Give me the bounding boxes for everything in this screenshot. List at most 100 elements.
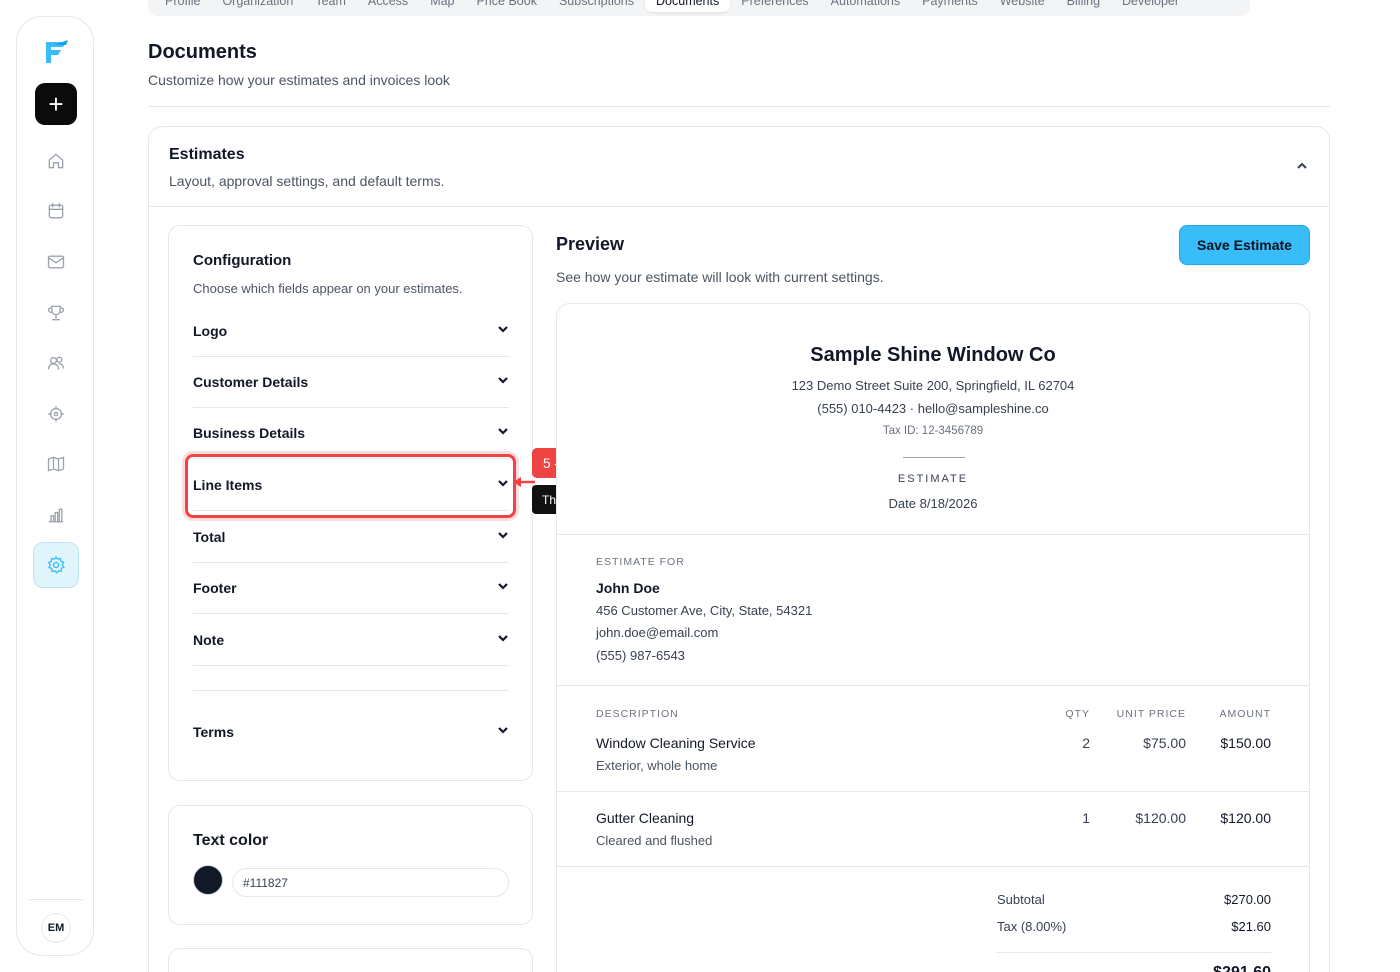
tab-organization[interactable]: Organization bbox=[211, 0, 304, 12]
estimates-header[interactable]: Estimates Layout, approval settings, and… bbox=[149, 127, 1329, 207]
accordion-label: Footer bbox=[193, 580, 237, 596]
line-item-name: Gutter Cleaning bbox=[596, 810, 695, 826]
section-divider bbox=[557, 685, 1309, 686]
tax-value: $21.60 bbox=[1231, 919, 1271, 934]
business-contact: (555) 010-4423 · hello@sampleshine.co bbox=[817, 401, 1049, 416]
customer-phone: (555) 987-6543 bbox=[596, 648, 685, 663]
subtotal-value: $270.00 bbox=[1224, 892, 1271, 907]
configuration-title: Configuration bbox=[193, 252, 292, 269]
home-icon[interactable] bbox=[43, 148, 69, 174]
bar-chart-icon[interactable] bbox=[43, 502, 69, 528]
line-item-amount: $150.00 bbox=[1220, 735, 1271, 751]
tax-id: Tax ID: 12-3456789 bbox=[882, 425, 984, 437]
accordion-logo[interactable]: Logo bbox=[193, 306, 509, 357]
totals-divider bbox=[997, 952, 1271, 953]
settings-tabs: Profile Organization Team Access Map Price Bo… bbox=[148, 0, 1250, 16]
text-color-panel: Text color #111827 bbox=[168, 805, 533, 925]
settings-icon[interactable] bbox=[33, 542, 79, 588]
accordion-label: Total bbox=[193, 529, 226, 545]
users-icon[interactable] bbox=[43, 350, 69, 376]
accordion-label: Customer Details bbox=[193, 374, 309, 390]
business-address: 123 Demo Street Suite 200, Springfield, … bbox=[791, 378, 1075, 393]
app-logo[interactable] bbox=[40, 36, 72, 68]
line-item-unit-price: $120.00 bbox=[1135, 810, 1186, 826]
accordion-total[interactable]: Total bbox=[193, 512, 509, 563]
row-divider bbox=[557, 791, 1309, 792]
trophy-icon[interactable] bbox=[43, 300, 69, 326]
sidebar-divider bbox=[29, 899, 83, 900]
tab-subscriptions[interactable]: Subscriptions bbox=[548, 0, 645, 12]
chevron-down-icon bbox=[497, 424, 509, 442]
accordion-business-details[interactable]: Business Details bbox=[193, 408, 509, 459]
highlight-line-items bbox=[185, 454, 516, 518]
page-subtitle: Customize how your estimates and invoice… bbox=[148, 72, 450, 88]
accordion-label: Logo bbox=[193, 323, 228, 339]
column-header: QTY bbox=[1065, 708, 1090, 720]
customer-name: John Doe bbox=[596, 580, 660, 596]
line-item-amount: $120.00 bbox=[1220, 810, 1271, 826]
preview-subtitle: See how your estimate will look with cur… bbox=[556, 269, 884, 285]
line-item-desc: Exterior, whole home bbox=[596, 758, 718, 773]
target-icon[interactable] bbox=[43, 401, 69, 427]
tab-documents[interactable]: Documents bbox=[645, 0, 731, 12]
chevron-down-icon bbox=[497, 631, 509, 649]
row-divider bbox=[557, 866, 1309, 867]
tax-label: Tax (8.00%) bbox=[997, 919, 1067, 934]
line-item-desc: Cleared and flushed bbox=[596, 833, 713, 848]
accordion-label: Note bbox=[193, 632, 225, 648]
subtotal-label: Subtotal bbox=[997, 892, 1045, 907]
column-header: AMOUNT bbox=[1219, 708, 1271, 720]
tab-website[interactable]: Website bbox=[989, 0, 1056, 12]
estimates-subtitle: Layout, approval settings, and default t… bbox=[169, 173, 445, 189]
line-item-name: Window Cleaning Service bbox=[596, 735, 756, 751]
avatar[interactable]: EM bbox=[41, 913, 71, 943]
grand-total: $291.60 bbox=[1213, 964, 1271, 972]
mail-icon[interactable] bbox=[43, 249, 69, 275]
tab-billing[interactable]: Billing bbox=[1056, 0, 1111, 12]
accordion-customer-details[interactable]: Customer Details bbox=[193, 357, 509, 408]
line-item-unit-price: $75.00 bbox=[1143, 735, 1186, 751]
page-divider bbox=[148, 106, 1330, 107]
map-icon[interactable] bbox=[43, 451, 69, 477]
next-settings-panel bbox=[168, 948, 533, 972]
estimates-title: Estimates bbox=[169, 146, 245, 163]
tab-team[interactable]: Team bbox=[304, 0, 357, 12]
accordion-label: Business Details bbox=[193, 425, 306, 441]
accordion-terms[interactable]: Terms bbox=[193, 706, 509, 757]
chevron-down-icon bbox=[497, 723, 509, 741]
tab-price-book[interactable]: Price Book bbox=[466, 0, 548, 12]
chevron-down-icon bbox=[497, 373, 509, 391]
accordion-footer[interactable]: Footer bbox=[193, 563, 509, 614]
line-item-qty: 1 bbox=[1082, 810, 1090, 826]
business-name: Sample Shine Window Co bbox=[810, 344, 1056, 366]
accordion-divider bbox=[193, 690, 509, 691]
accordion-note[interactable]: Note bbox=[193, 615, 509, 666]
tab-preferences[interactable]: Preferences bbox=[730, 0, 819, 12]
tab-automations[interactable]: Automations bbox=[820, 0, 911, 12]
customer-email: john.doe@email.com bbox=[596, 625, 719, 640]
chevron-up-icon[interactable] bbox=[1295, 159, 1309, 173]
tab-profile[interactable]: Profile bbox=[154, 0, 211, 12]
tab-access[interactable]: Access bbox=[357, 0, 419, 12]
document-type: ESTIMATE bbox=[897, 473, 969, 485]
calendar-icon[interactable] bbox=[43, 198, 69, 224]
tab-payments[interactable]: Payments bbox=[911, 0, 989, 12]
customer-address: 456 Customer Ave, City, State, 54321 bbox=[596, 603, 813, 618]
column-header: UNIT PRICE bbox=[1116, 708, 1186, 720]
estimate-preview-document: Sample Shine Window Co 123 Demo Street S… bbox=[556, 303, 1310, 972]
tab-developer[interactable]: Developer bbox=[1111, 0, 1190, 12]
add-new-button[interactable]: + bbox=[35, 83, 77, 125]
document-date: Date 8/18/2026 bbox=[888, 496, 978, 511]
color-swatch[interactable] bbox=[193, 865, 223, 895]
text-color-title: Text color bbox=[193, 832, 269, 849]
sidebar: + EM bbox=[16, 16, 94, 956]
preview-title: Preview bbox=[556, 234, 625, 254]
line-item-qty: 2 bbox=[1082, 735, 1090, 751]
configuration-subtitle: Choose which fields appear on your estim… bbox=[193, 281, 463, 296]
tab-map[interactable]: Map bbox=[419, 0, 465, 12]
header-rule bbox=[903, 457, 965, 458]
chevron-down-icon bbox=[497, 322, 509, 340]
chevron-down-icon bbox=[497, 579, 509, 597]
color-hex-input[interactable]: #111827 bbox=[232, 868, 509, 897]
save-estimate-button[interactable]: Save Estimate bbox=[1179, 225, 1310, 265]
